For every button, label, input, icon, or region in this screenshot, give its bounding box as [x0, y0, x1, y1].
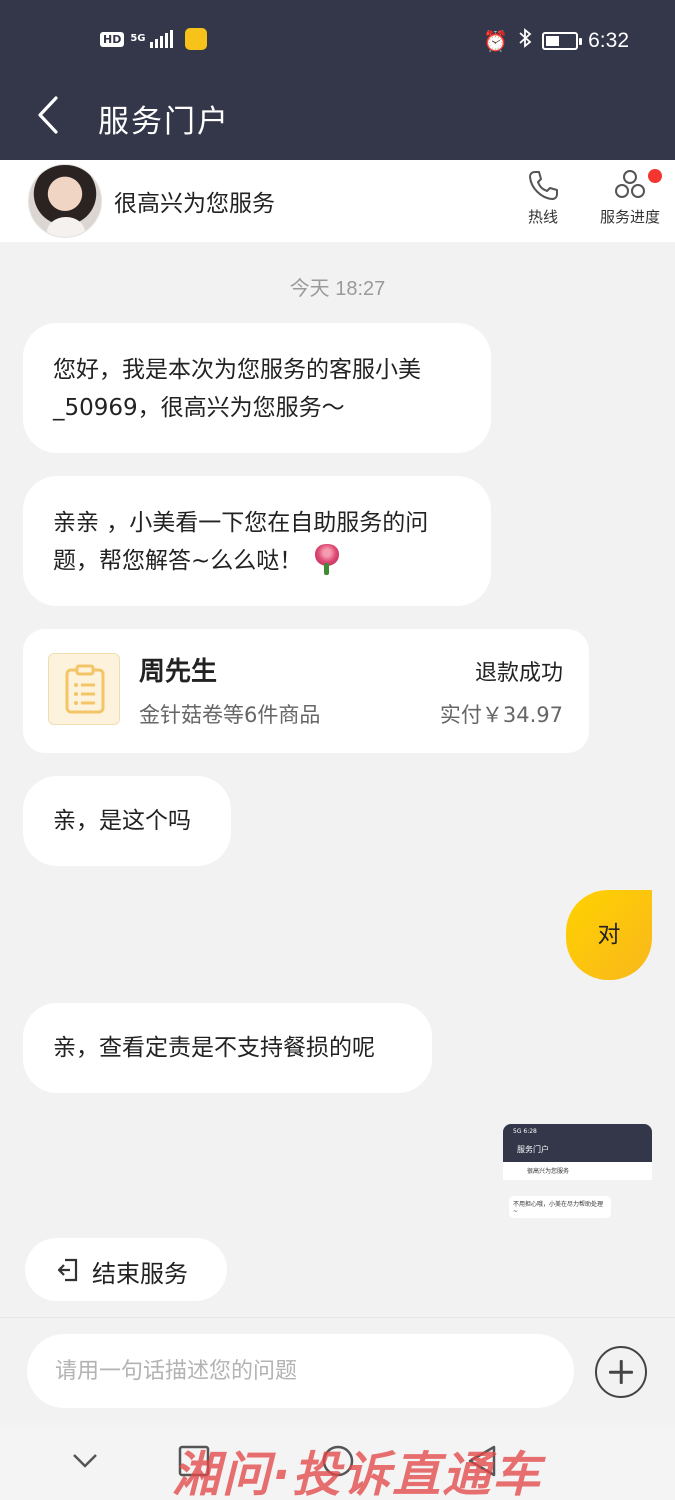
- status-bar: HD 5G ⏰ 6:32: [0, 0, 675, 70]
- status-time: 6:32: [588, 29, 629, 52]
- system-nav-bar: 湘问·投诉直通车: [0, 1425, 675, 1500]
- progress-label: 服务进度: [599, 208, 660, 226]
- battery-icon: [542, 32, 583, 50]
- hotline-button[interactable]: 热线: [520, 168, 566, 227]
- thumb-agent-row: 很高兴为您服务: [503, 1162, 652, 1180]
- thumb-time: 5G 6:28: [513, 1128, 537, 1135]
- thumb-message: 不用担心哦，小美在尽力帮助处理~: [509, 1196, 611, 1218]
- back-button[interactable]: [30, 90, 70, 140]
- message-text: 亲亲 ，小美看一下您在自助服务的问题，帮您解答~么么哒！: [53, 510, 429, 574]
- chat-timestamp: 今天 18:27: [289, 278, 386, 300]
- rose-emoji-icon: [312, 544, 342, 575]
- home-button[interactable]: [320, 1443, 356, 1479]
- order-status: 退款成功: [474, 661, 563, 686]
- hotline-label: 热线: [527, 208, 558, 226]
- agent-message: 亲，查看定责是不支持餐损的呢: [23, 1003, 432, 1093]
- order-customer-name: 周先生: [139, 657, 218, 687]
- exit-icon: [57, 1258, 78, 1282]
- thumb-title: 服务门户: [517, 1145, 549, 1154]
- hd-badge: HD: [100, 31, 125, 47]
- alarm-icon: ⏰: [483, 30, 509, 53]
- agent-message: 亲，是这个吗: [23, 776, 231, 866]
- status-left: HD 5G: [100, 28, 208, 50]
- message-text: 对: [597, 922, 621, 948]
- notification-badge: [648, 169, 662, 183]
- progress-icon: [615, 170, 645, 198]
- end-service-button[interactable]: 结束服务: [25, 1238, 227, 1301]
- service-progress-button[interactable]: 服务进度: [596, 168, 664, 227]
- agent-avatar[interactable]: [28, 164, 102, 238]
- back-nav-button[interactable]: [464, 1443, 500, 1479]
- order-paid-amount: 实付￥34.97: [439, 703, 563, 727]
- phone-icon: [529, 171, 558, 200]
- bluetooth-icon: [518, 28, 532, 54]
- end-service-label: 结束服务: [92, 1260, 188, 1288]
- battery-level: [546, 36, 559, 46]
- user-message: 对: [566, 890, 652, 980]
- order-card[interactable]: 周先生 退款成功 金针菇卷等6件商品 实付￥34.97: [23, 629, 589, 753]
- status-right: ⏰ 6:32: [483, 28, 629, 54]
- page-title: 服务门户: [98, 104, 230, 140]
- agent-greeting: 很高兴为您服务: [114, 191, 275, 217]
- back-arrow-icon: [38, 96, 58, 134]
- message-text: 亲，查看定责是不支持餐损的呢: [53, 1035, 375, 1061]
- thumb-greeting: 很高兴为您服务: [527, 1168, 570, 1175]
- message-text: 您好，我是本次为您服务的客服小美_50969，很高兴为您服务～: [53, 357, 421, 421]
- agent-message: 亲亲 ，小美看一下您在自助服务的问题，帮您解答~么么哒！: [23, 476, 491, 606]
- signal-icon: [150, 30, 174, 48]
- agent-bar: 很高兴为您服务 热线 服务进度: [0, 160, 675, 242]
- network-type: 5G: [130, 33, 146, 44]
- input-area: [0, 1317, 675, 1425]
- order-items: 金针菇卷等6件商品: [139, 703, 321, 727]
- message-input[interactable]: [27, 1334, 574, 1408]
- clipboard-icon: [48, 653, 120, 725]
- recents-button[interactable]: [176, 1443, 212, 1479]
- agent-message: 您好，我是本次为您服务的客服小美_50969，很高兴为您服务～: [23, 323, 491, 453]
- chevron-down-icon[interactable]: [70, 1443, 100, 1479]
- message-text: 亲，是这个吗: [53, 808, 191, 834]
- nav-bar: 服务门户: [0, 70, 675, 160]
- app-notification-icon: [185, 28, 208, 50]
- add-attachment-button[interactable]: [595, 1346, 647, 1398]
- screenshot-thumbnail[interactable]: 5G 6:28 服务门户 很高兴为您服务 不用担心哦，小美在尽力帮助处理~: [503, 1124, 652, 1218]
